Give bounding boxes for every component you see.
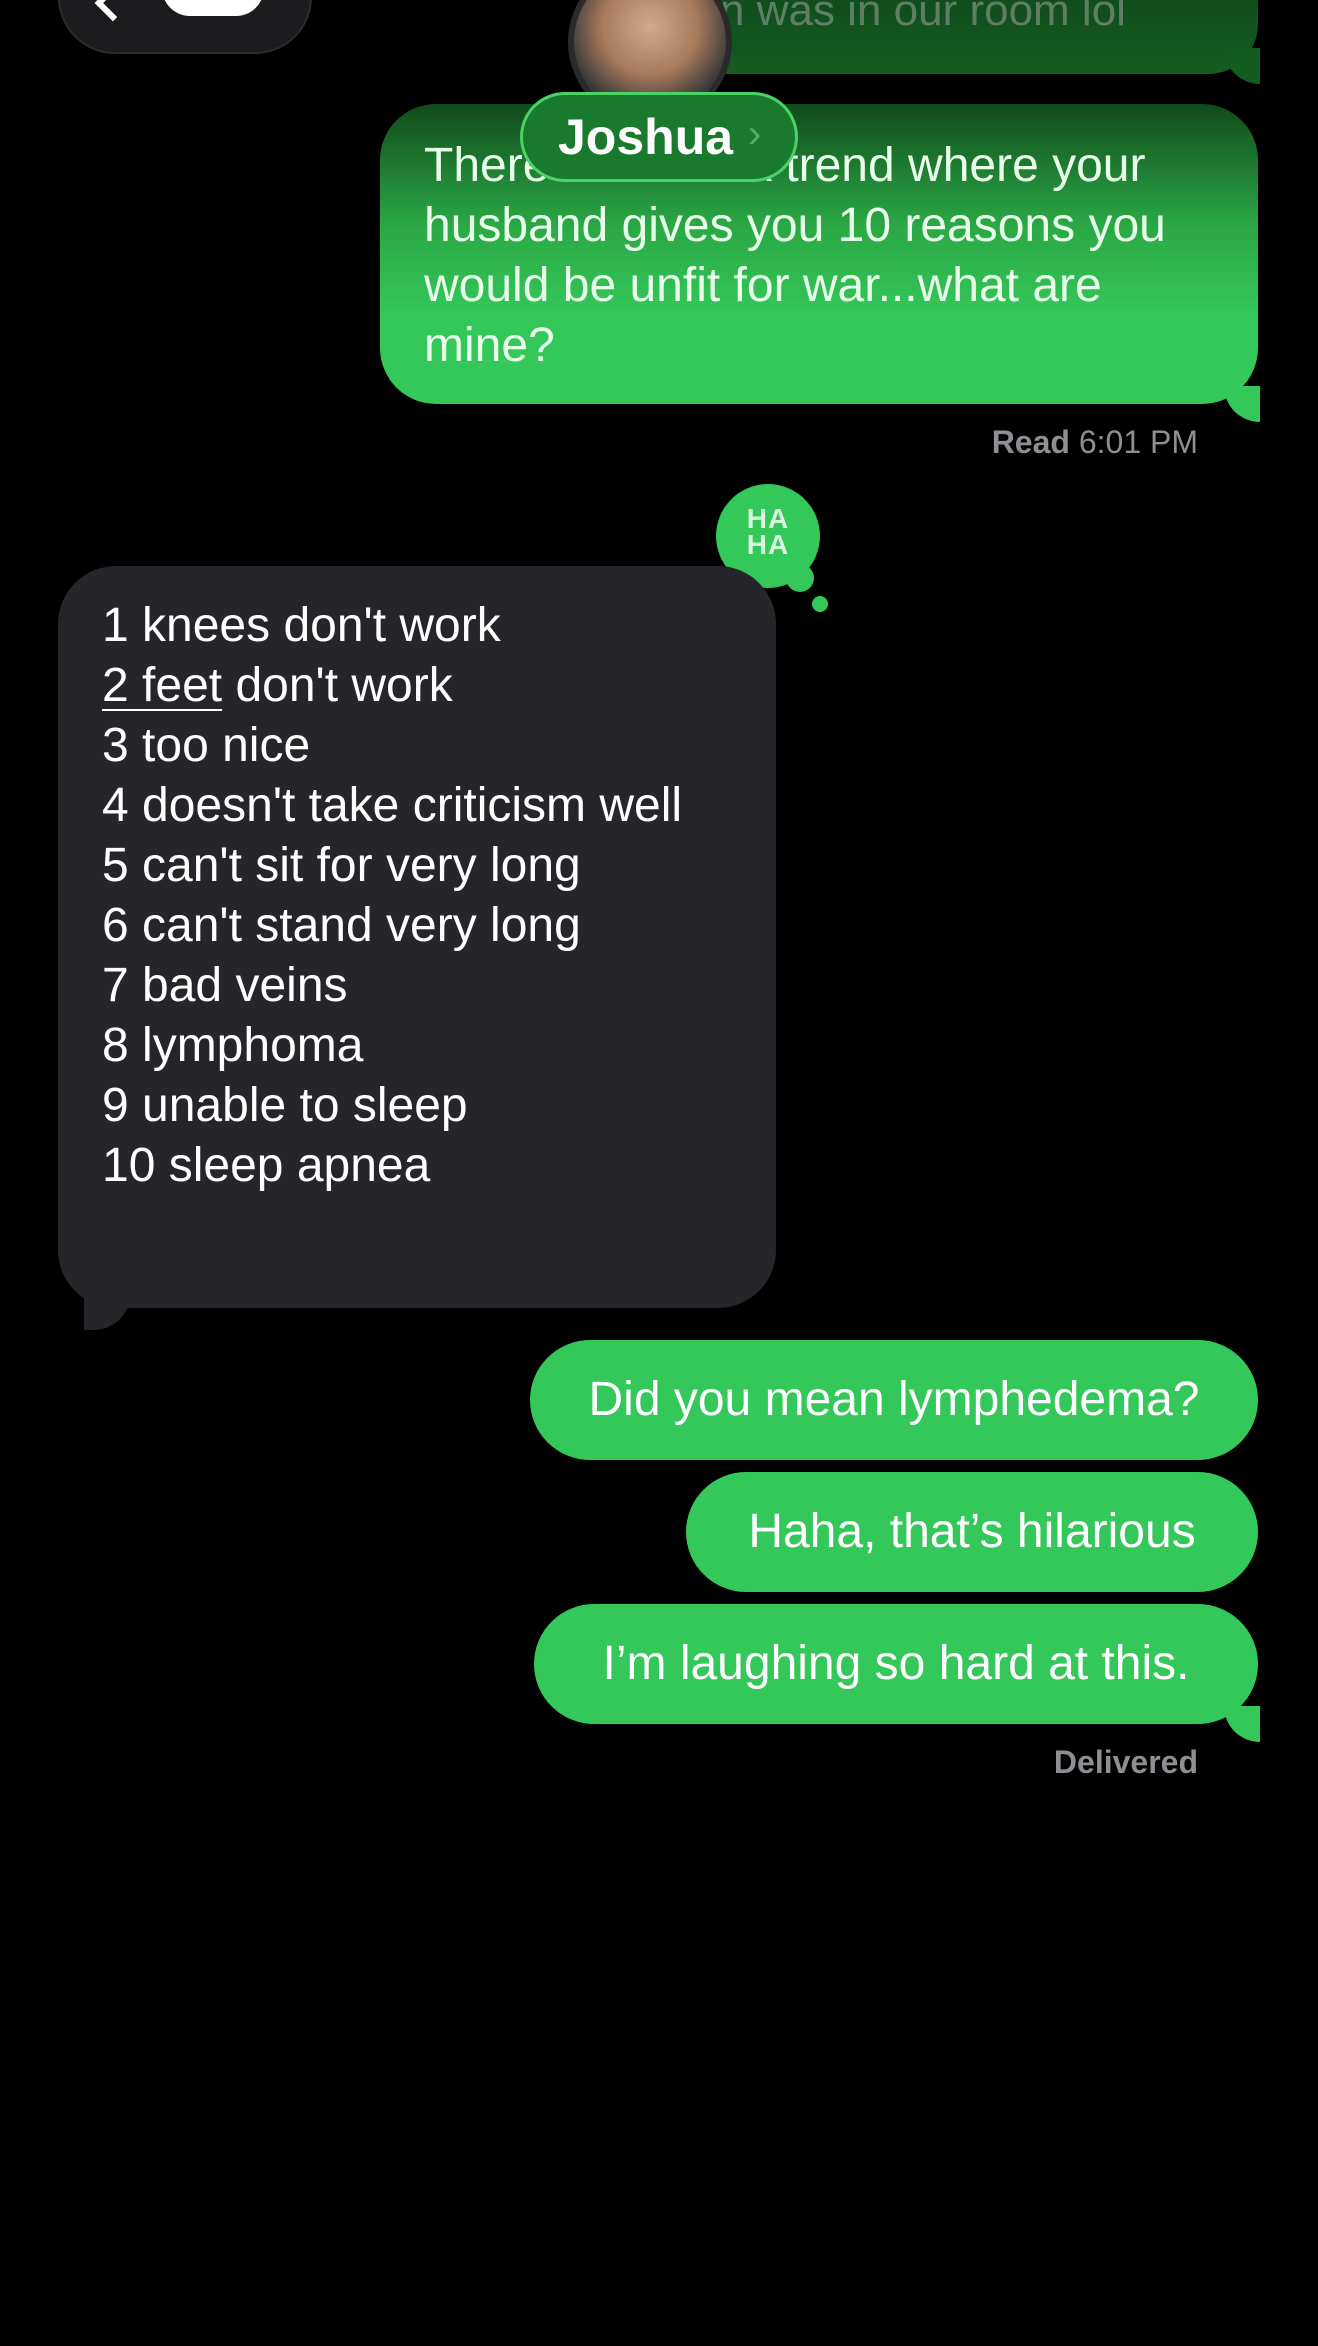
read-receipt: Read 6:01 PM xyxy=(992,424,1198,461)
sent-message-bubble[interactable]: I’m laughing so hard at this. xyxy=(534,1604,1258,1724)
delivered-status: Delivered xyxy=(1053,1744,1198,1780)
read-time: 6:01 PM xyxy=(1078,424,1198,460)
list-item: 10 sleep apnea xyxy=(102,1139,431,1192)
tapback-tail-dot xyxy=(812,596,828,612)
list-item: 9 unable to sleep xyxy=(102,1079,468,1132)
list-item: 1 knees don't work xyxy=(102,599,501,652)
contact-name: Joshua xyxy=(558,109,734,165)
data-detector-link[interactable]: 2 feet xyxy=(102,659,222,712)
reasons-list: 1 knees don't work 2 feet don't work 3 t… xyxy=(102,596,682,1196)
list-item: 4 doesn't take criticism well xyxy=(102,779,683,832)
tapback-tail-dot xyxy=(786,564,814,592)
message-text: n was in our room lol xyxy=(720,0,1126,35)
list-item: 2 feet don't work xyxy=(102,656,682,716)
bubble-tail xyxy=(1224,386,1260,422)
bubble-tail xyxy=(1224,1706,1260,1742)
list-item: 6 can't stand very long xyxy=(102,899,581,952)
tapback-label: HA HA xyxy=(716,505,820,560)
list-item: 8 lymphoma xyxy=(102,1019,364,1072)
bubble-tail xyxy=(84,1294,130,1330)
list-item: 3 too nice xyxy=(102,719,311,772)
list-item: 7 bad veins xyxy=(102,959,348,1012)
sent-message-bubble[interactable]: Did you mean lymphedema? xyxy=(530,1340,1258,1460)
list-item: 5 can't sit for very long xyxy=(102,839,581,892)
tapback-line: HA xyxy=(746,529,790,560)
sent-message-bubble[interactable]: Haha, that’s hilarious xyxy=(686,1472,1258,1592)
chevron-right-icon: › xyxy=(748,112,762,156)
read-status: Read xyxy=(991,424,1070,460)
bubble-tail xyxy=(1224,48,1260,84)
list-item-text: don't work xyxy=(235,659,453,712)
